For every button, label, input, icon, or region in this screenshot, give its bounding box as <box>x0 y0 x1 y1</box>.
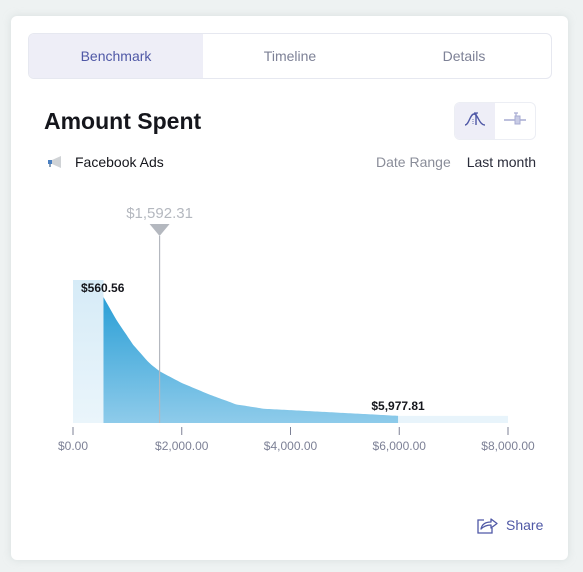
amount-spent-card: Benchmark Timeline Details Amount Spent <box>11 16 568 560</box>
share-label: Share <box>506 517 544 533</box>
marker-label: $1,592.31 <box>126 205 193 222</box>
x-tick-label: $4,000.00 <box>264 439 318 453</box>
x-tick-label: $8,000.00 <box>481 439 535 453</box>
benchmark-chart: $1,592.31 $560.56 $5,977.81 $0.00 $2,000… <box>58 205 535 453</box>
x-tick-label: $2,000.00 <box>155 439 209 453</box>
share-icon <box>476 516 498 534</box>
share-button[interactable]: Share <box>476 516 543 534</box>
range-low-label: $560.56 <box>81 281 125 295</box>
range-high-label: $5,977.81 <box>371 399 425 413</box>
high-outlier-band <box>398 415 508 423</box>
benchmark-marker-triangle <box>149 224 170 236</box>
low-outlier-band <box>73 280 104 423</box>
density-area <box>103 297 399 423</box>
x-tick-label: $0.00 <box>58 439 88 453</box>
x-tick-label: $6,000.00 <box>373 439 427 453</box>
